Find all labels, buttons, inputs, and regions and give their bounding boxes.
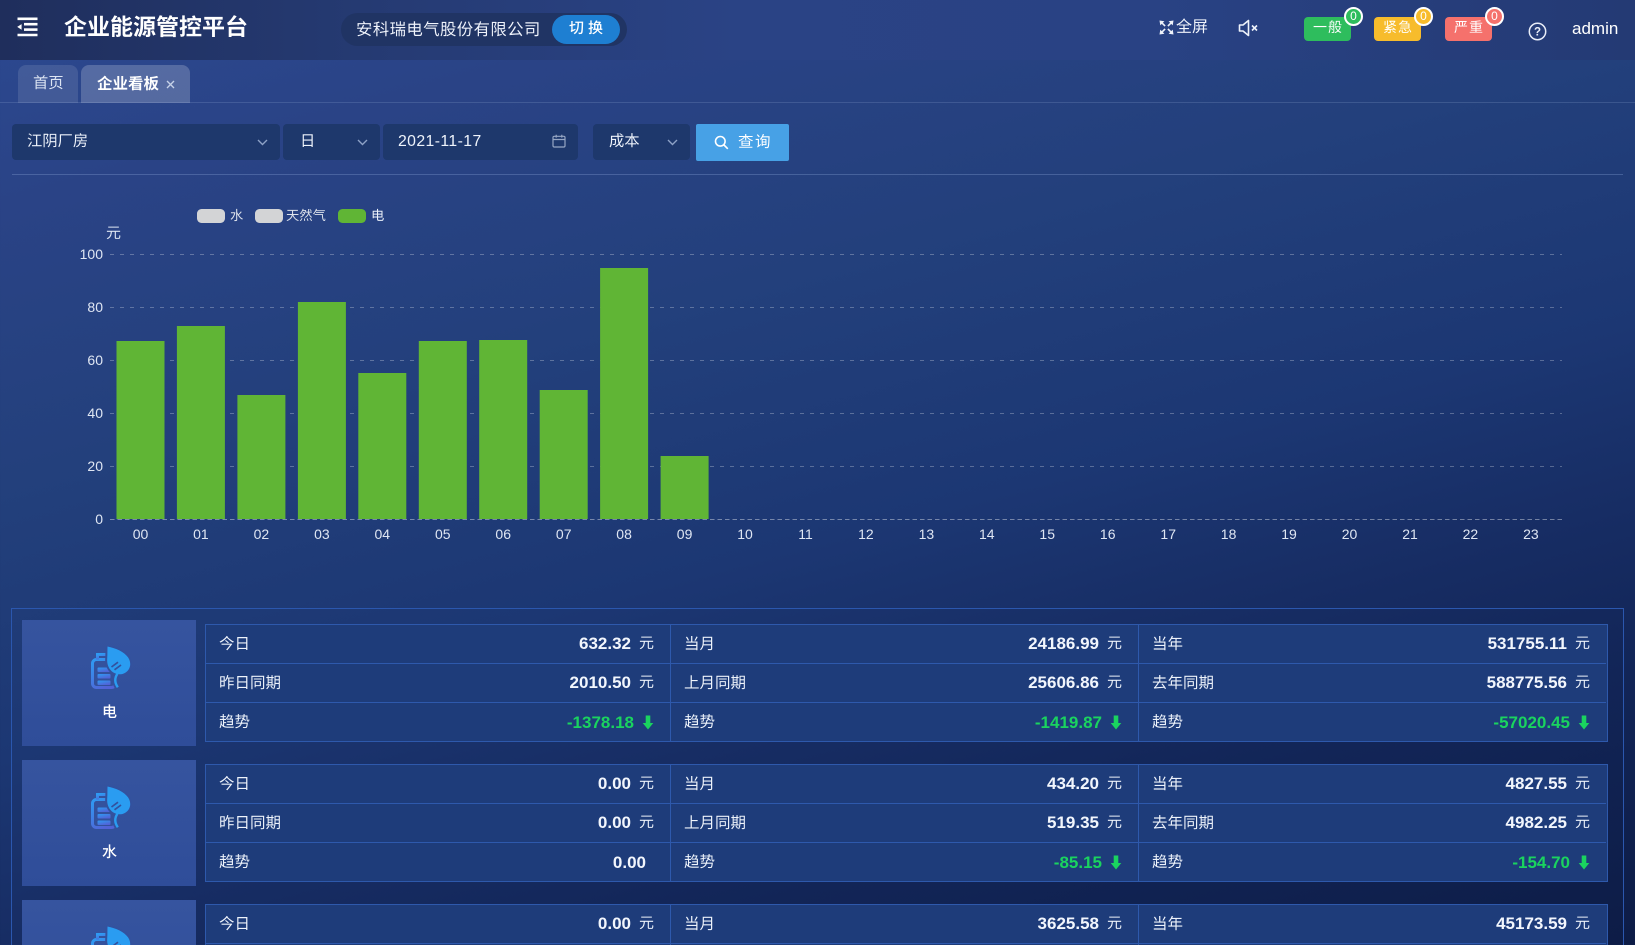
svg-text:02: 02: [254, 526, 270, 542]
svg-text:17: 17: [1160, 526, 1176, 542]
svg-text:22: 22: [1463, 526, 1479, 542]
svg-text:23: 23: [1523, 526, 1539, 542]
svg-text:00: 00: [133, 526, 149, 542]
svg-text:11: 11: [798, 526, 813, 542]
svg-text:20: 20: [1342, 526, 1358, 542]
svg-text:40: 40: [87, 405, 103, 421]
svg-text:16: 16: [1100, 526, 1116, 542]
svg-text:0: 0: [95, 511, 103, 527]
svg-text:04: 04: [375, 526, 391, 542]
svg-text:?: ?: [1534, 27, 1541, 39]
svg-text:21: 21: [1402, 526, 1418, 542]
svg-text:19: 19: [1281, 526, 1297, 542]
svg-text:03: 03: [314, 526, 330, 542]
svg-text:100: 100: [80, 246, 104, 262]
svg-text:18: 18: [1221, 526, 1237, 542]
svg-text:07: 07: [556, 526, 572, 542]
svg-text:08: 08: [616, 526, 632, 542]
svg-text:06: 06: [495, 526, 511, 542]
svg-text:05: 05: [435, 526, 451, 542]
svg-text:60: 60: [87, 352, 103, 368]
svg-text:80: 80: [87, 299, 103, 315]
svg-text:15: 15: [1039, 526, 1055, 542]
svg-text:12: 12: [858, 526, 874, 542]
svg-text:01: 01: [193, 526, 209, 542]
svg-text:20: 20: [87, 458, 103, 474]
svg-text:14: 14: [979, 526, 995, 542]
svg-text:10: 10: [737, 526, 753, 542]
svg-text:09: 09: [677, 526, 693, 542]
svg-text:13: 13: [919, 526, 935, 542]
